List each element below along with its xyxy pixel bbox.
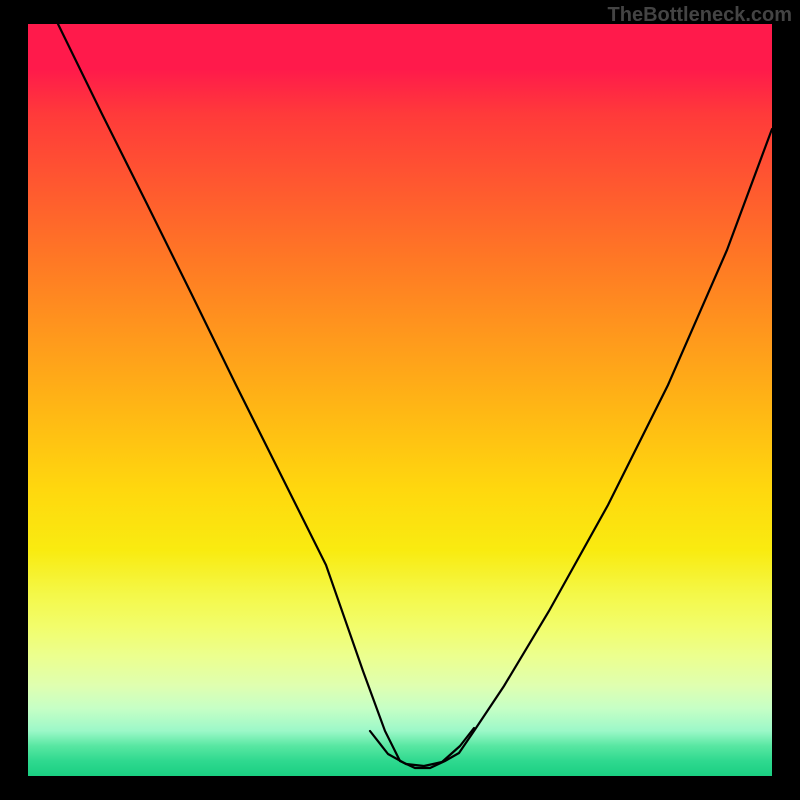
bottleneck-chart xyxy=(28,24,772,776)
chart-stage: TheBottleneck.com xyxy=(0,0,800,800)
bottleneck-curve xyxy=(58,24,772,768)
plot-area xyxy=(28,24,772,776)
